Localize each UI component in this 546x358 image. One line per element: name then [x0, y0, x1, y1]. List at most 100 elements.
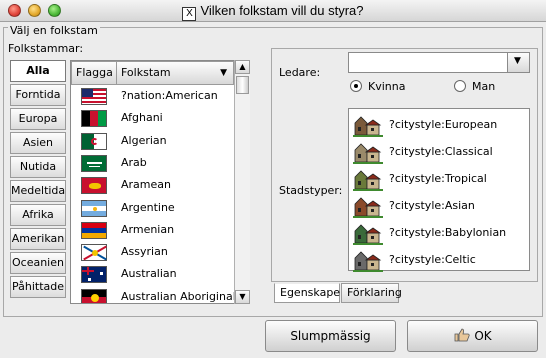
usa-flag [81, 88, 107, 105]
city-building-icon [353, 194, 383, 218]
flag-part [93, 206, 97, 211]
flag-part [100, 272, 103, 276]
category-button-10[interactable]: Påhittade [10, 276, 66, 298]
city-style-name: ?citystyle:Celtic [389, 253, 476, 266]
nation-name: Afghani [121, 111, 163, 125]
nation-name: Australian Aboriginal [121, 289, 236, 303]
flag-part [89, 165, 100, 167]
female-radio[interactable] [350, 80, 362, 92]
nation-name: Australian [121, 267, 177, 281]
leader-label: Ledare: [279, 66, 320, 79]
nation-list[interactable]: Flagga Folkstam ▼ ?nation:American Afghan… [70, 60, 250, 304]
scroll-up-icon[interactable]: ▲ [235, 60, 250, 74]
arab-flag [81, 154, 107, 172]
flag-part [82, 89, 93, 97]
nation-row-1[interactable]: ?nation:American [79, 86, 239, 107]
scroll-down-icon[interactable]: ▼ [235, 290, 250, 304]
chevron-down-icon: ▼ [514, 56, 521, 66]
city-building-icon [353, 113, 383, 137]
city-style-name: ?citystyle:Babylonian [389, 226, 507, 239]
nation-row-6[interactable]: Argentine [79, 198, 239, 219]
flag-part [87, 267, 89, 276]
flag-part [88, 278, 91, 282]
thumbs-up-icon [453, 323, 471, 342]
category-button-7[interactable]: Afrika [10, 204, 66, 226]
x11-app-icon: X [182, 7, 197, 21]
city-style-label: Stadstyper: [279, 184, 343, 197]
city-building-icon [353, 140, 383, 164]
tab-properties[interactable]: Egenskaper [274, 283, 345, 303]
flag-part [82, 222, 106, 238]
flag-part [90, 111, 98, 127]
city-style-name: ?citystyle:Tropical [389, 172, 487, 185]
category-button-5[interactable]: Nutida [10, 156, 66, 178]
flag-part [98, 111, 106, 127]
flag-part [89, 183, 101, 190]
flag-column-header[interactable]: Flagga [71, 61, 117, 85]
flag-part [87, 161, 102, 164]
assyria-flag [81, 244, 107, 262]
category-button-9[interactable]: Oceanien [10, 252, 66, 274]
nation-row-4[interactable]: Arab [79, 153, 239, 174]
city-building-icon [353, 248, 383, 272]
aboriginal-flag [81, 288, 107, 303]
nation-name: Armenian [121, 222, 175, 236]
nation-row-5[interactable]: Aramean [79, 175, 239, 196]
male-radio[interactable] [454, 80, 466, 92]
nation-list-scrollbar[interactable]: ▲ ▼ [234, 60, 250, 304]
nation-name: Algerian [121, 133, 167, 147]
category-button-8[interactable]: Amerikan [10, 228, 66, 250]
city-style-name: ?citystyle:Asian [389, 199, 475, 212]
ok-button-label: OK [474, 329, 492, 343]
nation-column-header[interactable]: Folkstam ▼ [116, 61, 234, 85]
female-label[interactable]: Kvinna [368, 80, 405, 93]
nation-name: Aramean [121, 178, 171, 192]
flag-part [82, 111, 106, 127]
tab-explanation[interactable]: Förklaring [341, 283, 402, 303]
algeria-flag [81, 132, 107, 150]
flag-part [82, 111, 90, 127]
flag-part [82, 210, 106, 216]
category-button-1[interactable]: Alla [10, 60, 66, 82]
leader-dropdown-button[interactable]: ▼ [507, 53, 529, 72]
frame-label: Välj en folkstam [8, 24, 100, 37]
nation-row-9[interactable]: Australian [79, 264, 239, 285]
window-title-row: X Vilken folkstam vill du styra? [0, 3, 546, 21]
category-button-6[interactable]: Medeltida [10, 180, 66, 202]
random-nation-button[interactable]: Slumpmässig folkstam [265, 320, 396, 352]
argentina-flag [81, 199, 107, 217]
nation-name: Argentine [121, 200, 175, 214]
nation-row-2[interactable]: Afghani [79, 108, 239, 129]
ok-button[interactable]: OK [407, 320, 538, 352]
nation-row-3[interactable]: Algerian [79, 131, 239, 152]
nation-list-label: Folkstammar: [8, 42, 84, 55]
city-building-icon [353, 167, 383, 191]
leader-combobox[interactable]: ▼ [348, 52, 530, 73]
nation-name: Assyrian [121, 245, 168, 259]
category-button-3[interactable]: Europa [10, 108, 66, 130]
male-label[interactable]: Man [472, 80, 495, 93]
window-title: Vilken folkstam vill du styra? [200, 3, 364, 18]
category-button-4[interactable]: Asien [10, 132, 66, 154]
nation-name: Arab [121, 155, 147, 169]
armenia-flag [81, 221, 107, 239]
scrollbar-thumb[interactable] [236, 76, 249, 94]
city-style-name: ?citystyle:European [389, 118, 498, 131]
leader-label-text: Ledare: [279, 66, 321, 79]
category-button-2[interactable]: Forntida [10, 84, 66, 106]
sort-descending-icon: ▼ [220, 68, 227, 78]
flag-part [91, 137, 98, 145]
nation-row-8[interactable]: Assyrian [79, 242, 239, 263]
city-building-icon [353, 221, 383, 245]
aramean-flag [81, 177, 107, 195]
australia-flag [81, 266, 107, 284]
title-bar: X Vilken folkstam vill du styra? [0, 0, 546, 22]
nation-column-header-label: Folkstam [121, 66, 171, 79]
afghanistan-flag [81, 110, 107, 128]
nation-row-10[interactable]: Australian Aboriginal [79, 287, 239, 303]
flag-part [91, 293, 99, 302]
nation-row-7[interactable]: Armenian [79, 220, 239, 241]
nation-name: ?nation:American [121, 89, 218, 102]
city-style-list[interactable]: ?citystyle:European ?citystyle:Classical?… [348, 108, 530, 272]
city-style-name: ?citystyle:Classical [389, 145, 493, 158]
